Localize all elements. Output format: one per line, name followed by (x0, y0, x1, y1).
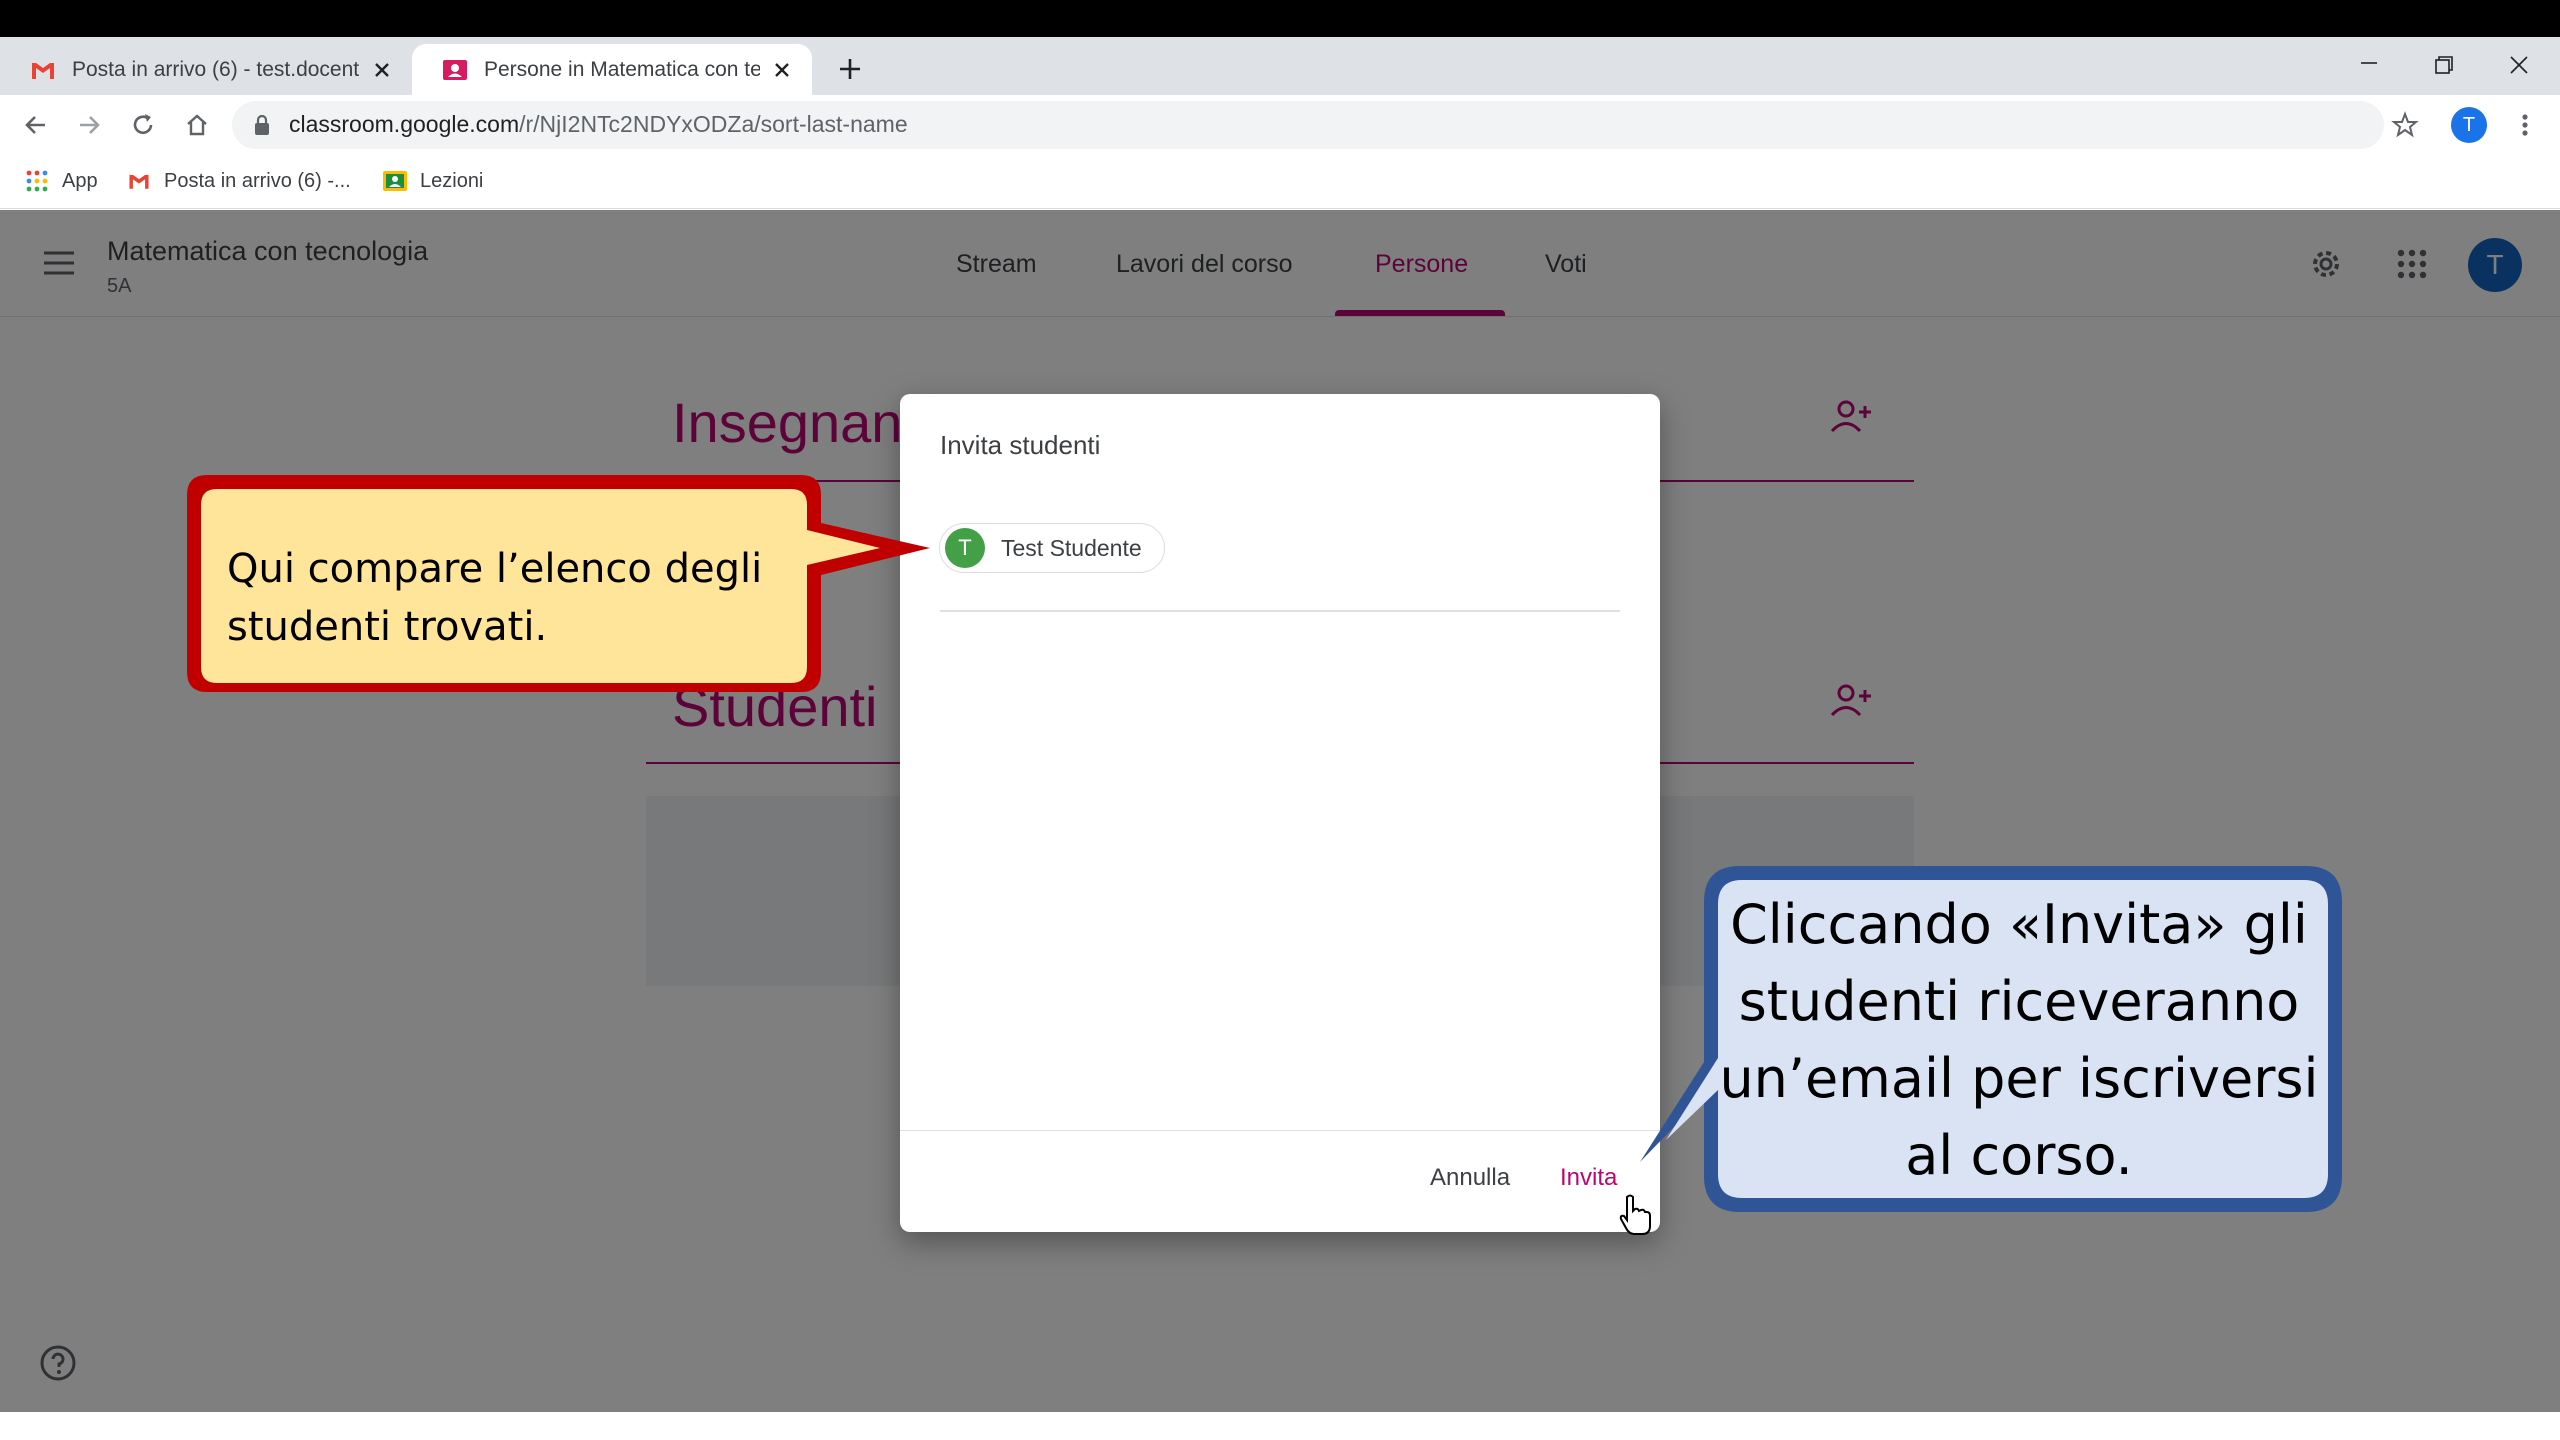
bookmark-lezioni[interactable]: Lezioni (382, 165, 483, 197)
bookmark-label: Lezioni (420, 169, 484, 192)
student-chip[interactable]: T Test Studente (939, 523, 1165, 573)
browser-tab-gmail[interactable]: Posta in arrivo (6) - test.docente@ (0, 44, 412, 95)
forward-icon[interactable] (72, 108, 106, 142)
classroom-icon (443, 59, 467, 80)
classroom-icon (383, 171, 407, 191)
url-text: classroom.google.com/r/NjI2NTc2NDYxODZa/… (289, 111, 908, 138)
dialog-footer-divider (900, 1130, 1660, 1131)
lock-icon (255, 114, 269, 135)
tab-title: Persone in Matematica con tecnologia (484, 57, 760, 81)
tab-title: Posta in arrivo (6) - test.docente@ (72, 57, 360, 81)
blue-callout-text: Cliccando «Invita» gli studenti ricevera… (1719, 893, 2319, 1187)
invite-students-dialog: Invita studenti T Test Studente Annulla … (900, 394, 1660, 1232)
close-tab-icon[interactable] (770, 58, 794, 82)
profile-avatar[interactable]: T (2451, 107, 2487, 143)
screen-top-bar (0, 0, 2560, 37)
red-callout-text: Qui compare l’elenco degli studenti trov… (227, 546, 763, 650)
new-tab-icon[interactable] (833, 52, 867, 86)
bookmark-star-icon[interactable] (2388, 108, 2422, 142)
bottom-strip (0, 1412, 2560, 1440)
reload-icon[interactable] (126, 108, 160, 142)
cancel-button[interactable]: Annulla (1430, 1164, 1510, 1192)
invite-button[interactable]: Invita (1560, 1164, 1617, 1192)
bookmark-label: Posta in arrivo (6) -... (164, 169, 351, 192)
gmail-icon (32, 62, 54, 79)
bookmark-label: App (62, 169, 98, 192)
back-icon[interactable] (19, 108, 53, 142)
bookmark-app[interactable]: App (24, 165, 98, 197)
apps-grid-icon (26, 170, 48, 192)
student-search-input[interactable] (940, 610, 1620, 612)
restore-icon[interactable] (2427, 48, 2461, 82)
bookmark-gmail[interactable]: Posta in arrivo (6) -... (126, 165, 351, 197)
minimize-icon[interactable] (2352, 48, 2386, 82)
url-host: classroom.google.com (289, 111, 520, 137)
close-tab-icon[interactable] (370, 58, 394, 82)
gmail-icon (129, 174, 149, 189)
student-chip-name: Test Studente (1001, 534, 1142, 561)
dialog-title: Invita studenti (940, 430, 1101, 460)
browser-tab-classroom[interactable]: Persone in Matematica con tecnologia (412, 44, 812, 95)
more-vert-icon[interactable] (2508, 108, 2542, 142)
home-icon[interactable] (180, 108, 214, 142)
url-path: /r/NjI2NTc2NDYxODZa/sort-last-name (519, 111, 908, 137)
close-window-icon[interactable] (2502, 48, 2536, 82)
